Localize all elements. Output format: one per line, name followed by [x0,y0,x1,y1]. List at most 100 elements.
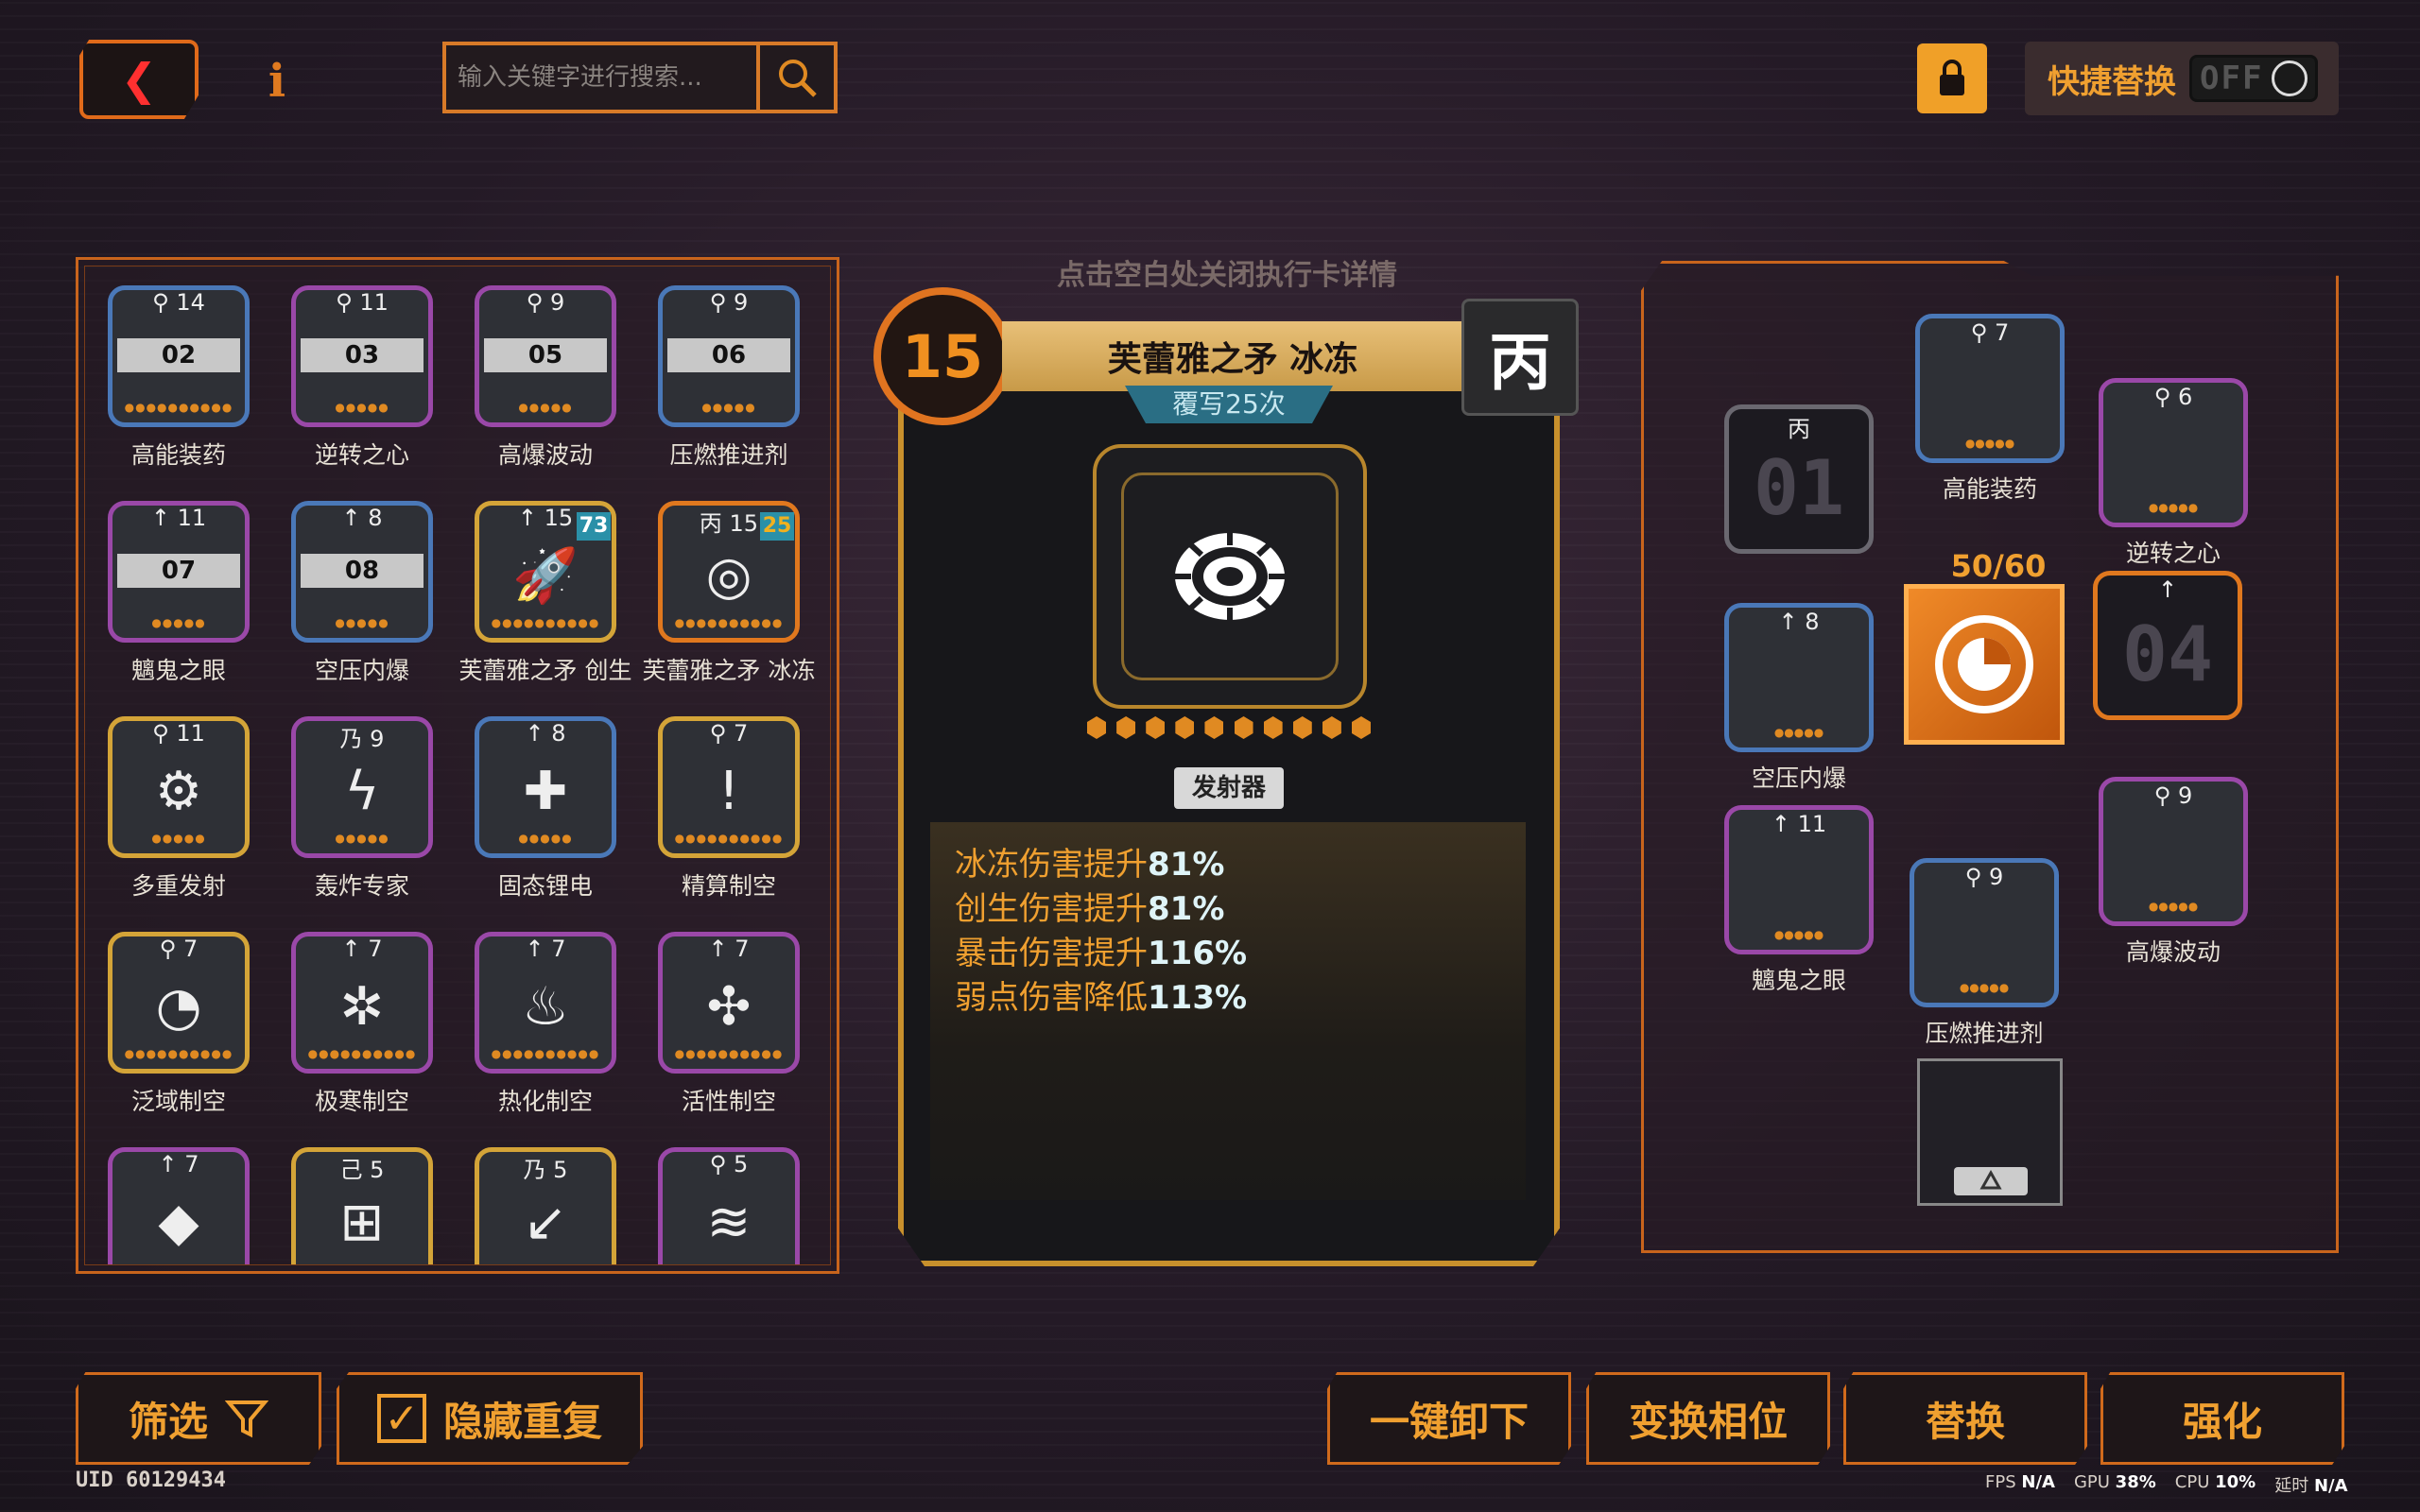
inventory-card[interactable]: ↑ 8 ✚ ●●●●● [475,716,616,858]
rank-badge: 丙 [1461,299,1579,416]
equipped-card[interactable]: ⚲ 7 ●●●●● [1915,314,2065,463]
card-name: 高能装药 [1942,475,2037,503]
inventory-card[interactable]: ⚲ 14 02 ●●●●●●●●●● [108,285,250,427]
enhance-button[interactable]: 强化 [2100,1372,2344,1465]
user-id: UID 60129434 [76,1469,226,1492]
level-value: 15 [901,321,984,391]
empty-slot[interactable] [1917,1058,2063,1206]
card-art [1093,444,1367,709]
replace-button[interactable]: 替换 [1843,1372,2087,1465]
card-icon: ◔ [155,975,202,1038]
equipped-card[interactable]: ↑ 8 ●●●●● [1724,603,1874,752]
card-slot-number: 03 [301,338,424,372]
core-slot[interactable] [1904,584,2065,745]
inventory-card[interactable]: ⚲ 5 ≋ [658,1147,800,1264]
card-name: 压燃推进剂 [669,441,788,469]
card-level: ⚲ 9 [709,289,749,316]
card-icon: ↙ [523,1191,568,1253]
card-name: 魑鬼之眼 [1751,967,1846,994]
inventory-card[interactable]: ⚲ 7! ●●●●●●●●●● [658,716,800,858]
stat-row: 暴击伤害提升116% [955,932,1501,976]
equipped-card[interactable]: ↑ 11 ●●●●● [1724,805,1874,954]
inventory-card[interactable]: 乃 5 ↙ [475,1147,616,1264]
stat-value: 81% [1148,890,1225,928]
inventory-card[interactable]: ⚲ 11 ⚙ ●●●●● [108,716,250,858]
inventory-card[interactable]: 丙 15 ◎ 25 ●●●●●●●●●● [658,501,800,643]
toggle-switch[interactable]: OFF [2189,55,2318,102]
upgrade-dots: ●●●●● [1773,928,1824,941]
inventory-card[interactable]: ↑ 15 🚀 73 ●●●●●●●●●● [475,501,616,643]
filter-button[interactable]: 筛选 [76,1372,321,1465]
card-icon: ✚ [523,760,568,822]
card-icon: ⚙ [154,760,203,822]
stat-value: 81% [1148,846,1225,884]
slot-01[interactable]: 丙 01 [1724,404,1874,554]
card-slot-number: 05 [484,338,607,372]
close-hint: 点击空白处关闭执行卡详情 [1057,259,1397,292]
inventory-card[interactable]: ↑ 7 ◆ [108,1147,250,1264]
card-slot-number: 08 [301,554,424,588]
inventory-card[interactable]: ⚲ 7 ◔ ●●●●●●●●●● [108,932,250,1074]
equipped-card[interactable]: ⚲ 9 ●●●●● [2099,777,2248,926]
upgrade-dots: ●●●●● [518,401,573,414]
equipped-card[interactable]: ⚲ 6 ●●●●● [2099,378,2248,527]
card-level: 己 5 [339,1157,385,1183]
card-level: 乃 9 [339,726,385,752]
inventory-card[interactable]: ↑ 7 ♨ ●●●●●●●●●● [475,932,616,1074]
stat-row: 创生伤害提升81% [955,887,1501,932]
inventory-card[interactable]: ⚲ 11 03 ●●●●● [291,285,433,427]
upgrade-dots: ●●●●●●●●●● [674,1047,784,1060]
card-level: ⚲ 14 [152,289,205,316]
lock-icon [1940,60,1964,95]
equipped-card[interactable]: ⚲ 9 ●●●●● [1910,858,2059,1007]
card-name: 高爆波动 [2125,938,2221,966]
card-name: 空压内爆 [1751,765,1846,792]
upgrade-dots: ●●●●● [151,832,206,845]
upgrade-dots: ●●●●●●●●●● [124,1047,233,1060]
inventory-card[interactable]: ⚲ 9 06 ●●●●● [658,285,800,427]
inventory-card[interactable]: ↑ 8 08 ●●●●● [291,501,433,643]
search-field[interactable] [442,42,758,113]
swap-phase-button[interactable]: 变换相位 [1586,1372,1830,1465]
upgrade-dots: ●●●●● [1964,437,2015,450]
spear-icon [1173,529,1287,624]
card-icon: ◆ [158,1191,199,1253]
card-type-tag: 发射器 [1174,767,1284,809]
hide-duplicates-toggle[interactable]: ✓ 隐藏重复 [337,1372,643,1465]
warning-icon [1954,1167,2028,1195]
upgrade-dots: ●●●●● [1773,726,1824,739]
inventory-card[interactable]: ↑ 11 07 ●●●●● [108,501,250,643]
inventory-card[interactable]: ↑ 7 ✲ ●●●●●●●●●● [291,932,433,1074]
card-level: ⚲ 11 [152,720,205,747]
inventory-card[interactable]: 乃 9 ϟ ●●●●● [291,716,433,858]
stat-name: 冰冻伤害提升 [955,846,1148,884]
search-button[interactable] [756,42,838,113]
card-name: 泛域制空 [130,1088,226,1115]
slot-04[interactable]: ↑ 04 [2093,571,2242,720]
info-icon[interactable]: i [261,55,293,108]
card-level: ⚲ 9 [2153,782,2193,809]
upgrade-dots: ●●●●● [701,401,756,414]
upgrade-dots: ●●●●●●●●●● [307,1047,417,1060]
card-grid[interactable]: ⚲ 14 02 ●●●●●●●●●● 高能装药 ⚲ 11 03 ●●●●● 逆转之心 ⚲ 9 05… [84,266,831,1265]
card-level: ↑ 8 [1778,609,1820,635]
card-name: 高爆波动 [497,441,593,469]
upgrade-dots: ●●●●●●●●●● [674,616,784,629]
inventory-card[interactable]: ⚲ 9 05 ●●●●● [475,285,616,427]
quick-swap-toggle[interactable]: 快捷替换 OFF [2025,42,2339,115]
back-button[interactable]: ❮ [79,40,199,119]
checkbox-checked-icon[interactable]: ✓ [376,1394,426,1443]
inventory-card[interactable]: ↑ 7 ✣ ●●●●●●●●●● [658,932,800,1074]
stat-list: 冰冻伤害提升81% 创生伤害提升81% 暴击伤害提升116% 弱点伤害降低113% [930,822,1526,1200]
toggle-knob [2272,60,2308,96]
card-level: ⚲ 6 [2153,384,2193,410]
search-input[interactable] [458,63,758,92]
count-badge: 25 [760,512,794,541]
card-level: ⚲ 9 [526,289,565,316]
card-name: 芙蕾雅之矛 创生 [458,657,632,684]
unload-all-button[interactable]: 一键卸下 [1327,1372,1571,1465]
inventory-card[interactable]: 己 5 ⊞ [291,1147,433,1264]
lock-button[interactable] [1917,43,1987,113]
card-name: 极寒制空 [314,1088,409,1115]
upgrade-dots: ●●●●● [335,832,389,845]
